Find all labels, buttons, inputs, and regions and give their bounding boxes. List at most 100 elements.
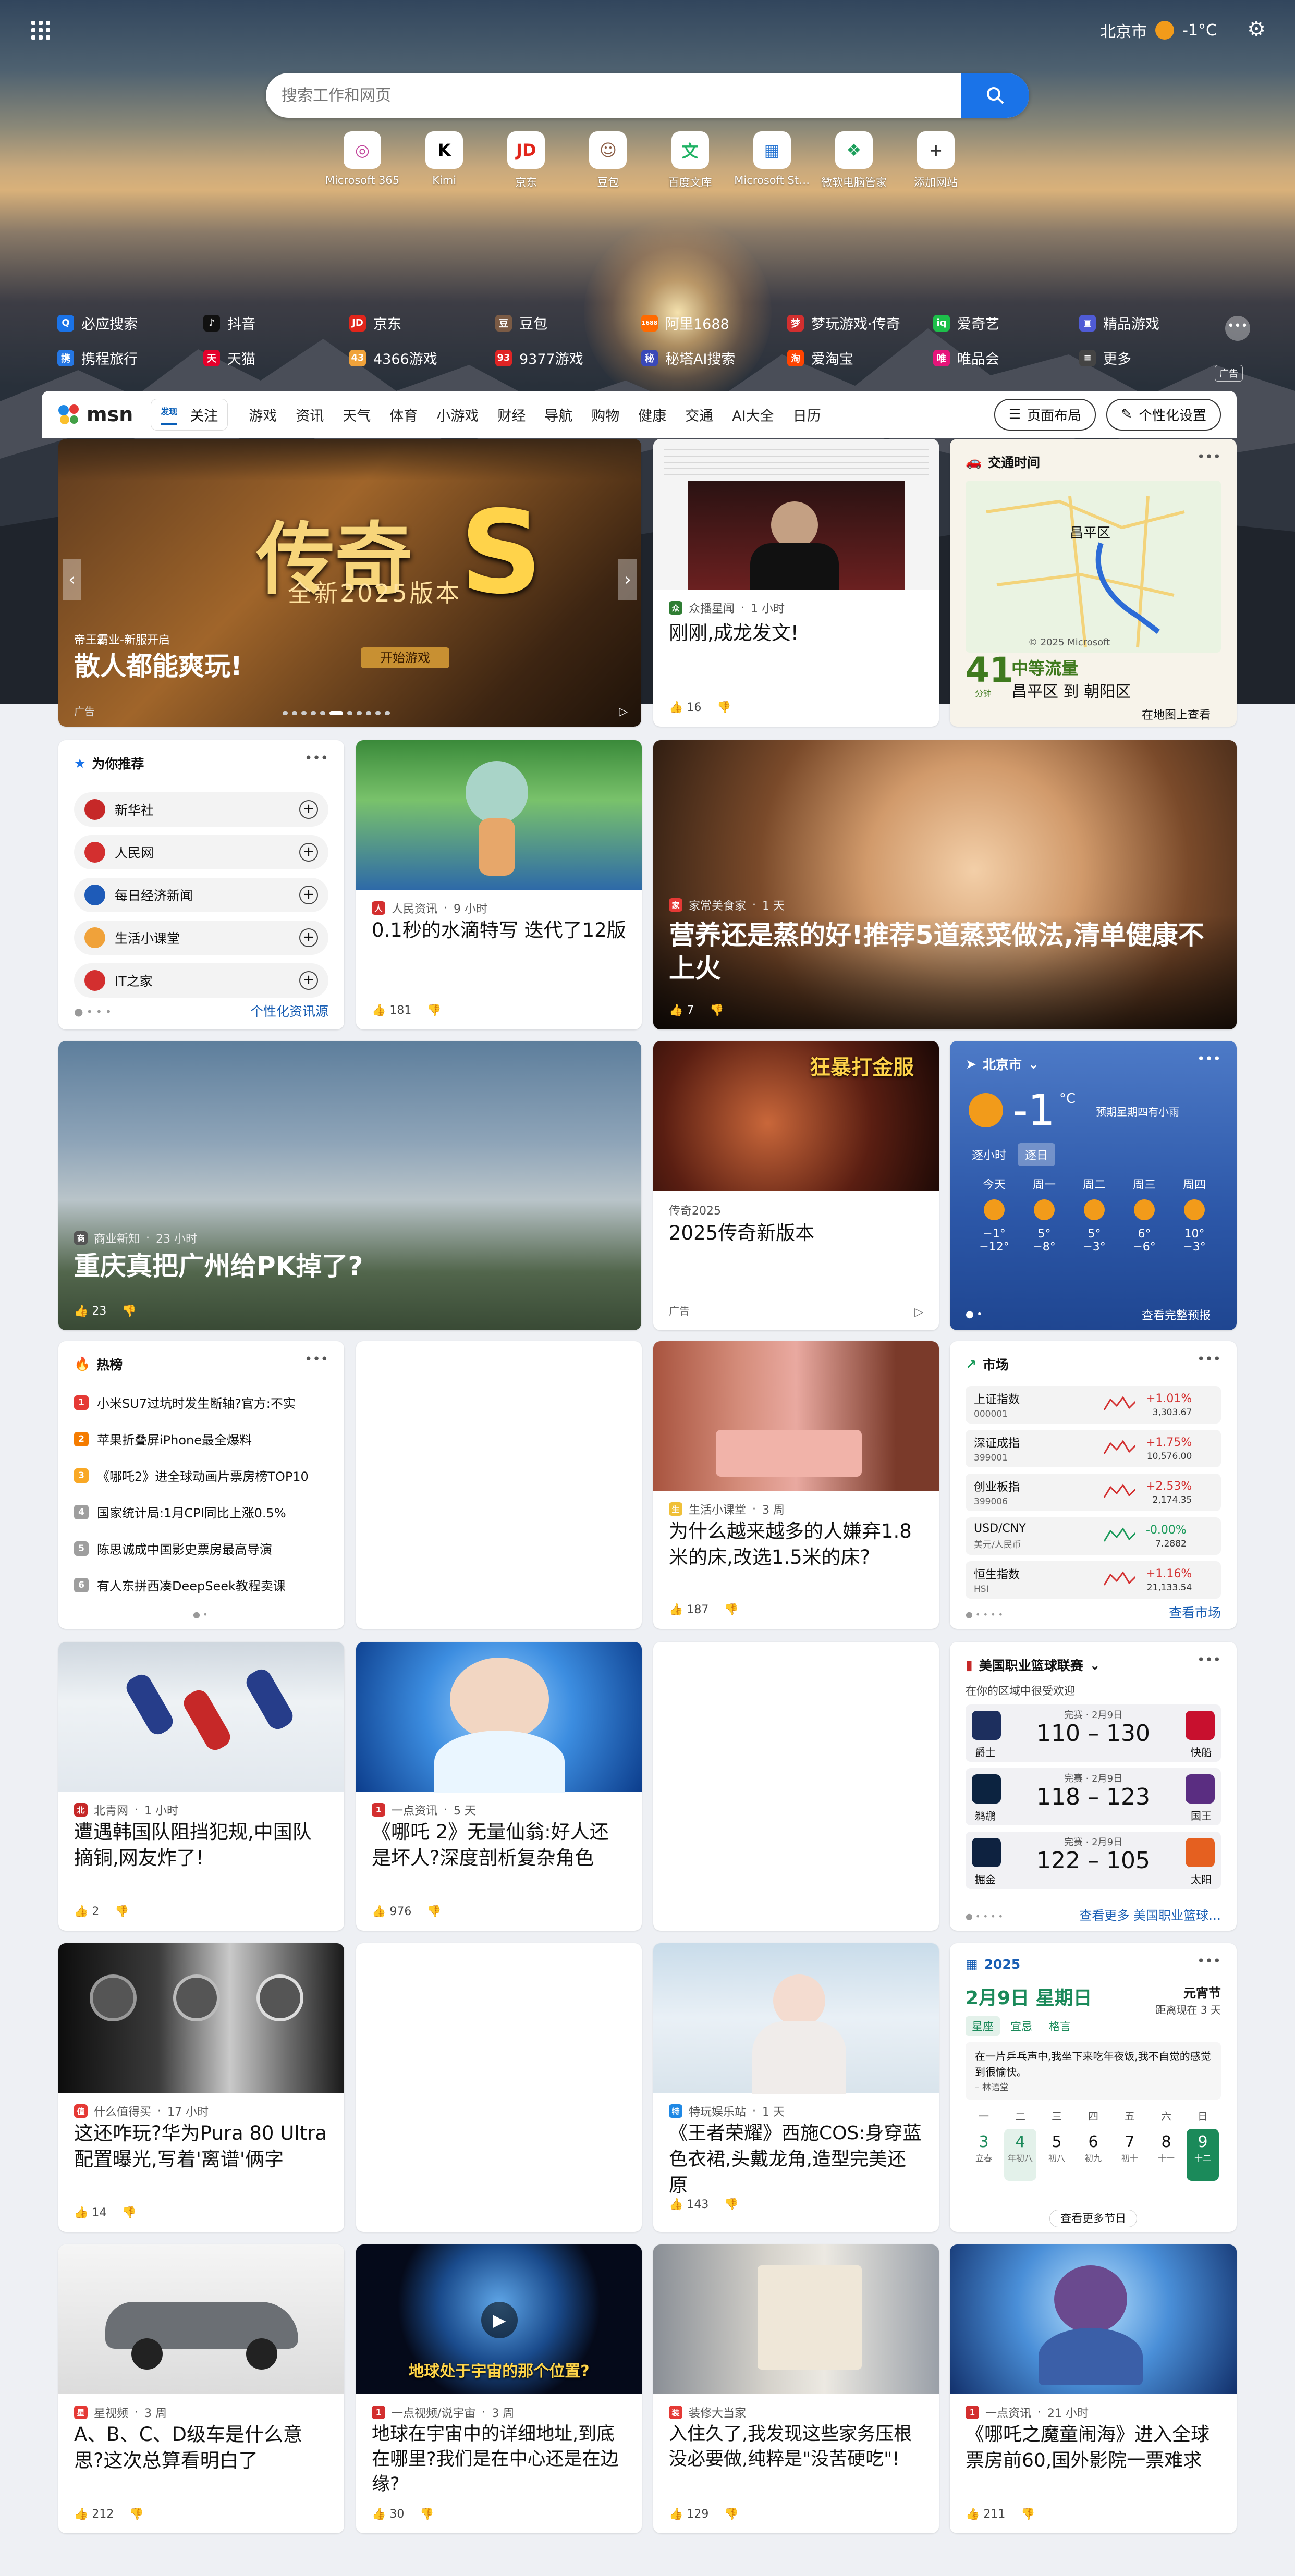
quick-link[interactable]: 1688 阿里1688 [641,313,787,333]
dislike-icon[interactable]: 👎 [724,1603,738,1616]
market-page-dots[interactable]: ● • • • • [966,1610,1003,1620]
page-layout-button[interactable]: ☰ 页面布局 [994,398,1096,431]
ad-play-icon[interactable]: ▷ [619,705,628,718]
site-shortcut[interactable]: ❖ 微软电脑管家 [815,131,893,190]
ad-play-icon[interactable]: ▷ [914,1306,923,1319]
like-icon[interactable]: 👍 129 [669,2508,708,2521]
forecast-day[interactable]: 周四 10° −3° [1171,1175,1218,1254]
hot-item[interactable]: 2 苹果折叠屏iPhone最全爆料 [74,1430,252,1448]
follow-plus-icon[interactable]: + [299,800,318,819]
calendar-day[interactable]: 5 初八 [1041,2129,1073,2181]
nba-more-icon[interactable]: ••• [1197,1652,1221,1668]
dislike-icon[interactable]: 👎 [427,1905,441,1918]
tab-quote[interactable]: 格言 [1043,2016,1077,2036]
earth-card[interactable]: ▶ 地球处于宇宙的那个位置? 1 一点视频/说宇宙 · 3 周 地球在宇宙中的详细地址… [356,2244,642,2533]
source-row[interactable]: 人民网 + [74,835,328,869]
like-icon[interactable]: 👍 212 [74,2508,114,2521]
traffic-card[interactable]: 🚗 交通时间 ••• 昌平区 © 2025 Microsoft 41 分钟 中等流… [950,439,1237,727]
chongqing-card[interactable]: 商商业新知 · 23 小时 重庆真把广州给PK掉了? 👍 23 👎 [58,1041,641,1330]
meatball-card[interactable]: 家家常美食家 · 1 天 营养还是蒸的好!推荐5道蒸菜做法,清单健康不上火 👍 7 👎 [653,740,1237,1029]
calendar-day[interactable]: 7 初十 [1114,2129,1146,2181]
like-icon[interactable]: 👍 181 [372,1004,411,1017]
follow-plus-icon[interactable]: + [299,971,318,990]
quick-link[interactable]: 梦梦玩游戏·传奇 [787,313,933,333]
traffic-more-icon[interactable]: ••• [1197,449,1221,465]
like-icon[interactable]: 👍 14 [74,2206,106,2219]
forecast-day[interactable]: 今天 −1° −12° [971,1175,1018,1254]
dislike-icon[interactable]: 👎 [724,2198,738,2211]
site-shortcut[interactable]: ☺ 豆包 [569,131,647,190]
quick-link[interactable]: iq 爱奇艺 [933,313,1079,333]
site-shortcut[interactable]: ◎ Microsoft 365 [323,131,401,190]
quick-link[interactable]: 唯唯品会 [933,348,1079,368]
dislike-icon[interactable]: 👎 [717,701,731,714]
calendar-day[interactable]: 3 立春 [968,2129,1000,2181]
recommend-more-icon[interactable]: ••• [304,751,328,766]
settings-gear-icon[interactable]: ⚙ [1247,19,1266,40]
nav-tab[interactable]: 健康 [638,404,666,425]
source-row[interactable]: 每日经济新闻 + [74,878,328,912]
source-row[interactable]: IT之家 + [74,963,328,998]
nav-tab[interactable]: 财经 [497,404,526,425]
personalize-button[interactable]: ✎ 个性化设置 [1106,398,1221,431]
calendar-day[interactable]: 8 十一 [1150,2129,1182,2181]
quick-link[interactable]: ▣ 精品游戏 [1079,313,1225,333]
house-card[interactable]: 装装修大当家 入住久了,我发现这些家务压根没必要做,纯粹是"没苦硬吃"! 👍 1… [653,2244,939,2533]
nezha2-card[interactable]: 1 一点资讯 · 21 小时 《哪吒之魔童闹海》进入全球票房前60,国外影院一票难求 … [950,2244,1237,2533]
tab-follow[interactable]: 关注 [190,404,218,425]
quick-link[interactable]: 淘爱淘宝 [787,348,933,368]
quick-link[interactable]: 豆豆包 [495,313,641,333]
tab-discover[interactable]: 发现 [161,404,178,425]
quick-links-more-icon[interactable]: ••• [1225,316,1250,341]
like-icon[interactable]: 👍 211 [966,2508,1005,2521]
hot-page-dots[interactable]: ● • [193,1610,207,1620]
quick-link[interactable]: 秘秘塔AI搜索 [641,348,787,368]
full-forecast-link[interactable]: 查看完整预报 [1142,1306,1211,1323]
calendar-day[interactable]: 4 年初八 [1004,2129,1036,2181]
quick-link[interactable]: 93 9377游戏 [495,348,641,368]
forecast-day[interactable]: 周二 5° −3° [1071,1175,1118,1254]
quick-link[interactable]: Q 必应搜索 [57,313,203,333]
like-icon[interactable]: 👍 187 [669,1603,708,1616]
hero-ad-card[interactable]: 传奇 S 全新2025版本 开始游戏 ‹ › 帝王霸业-新服开启 散人都能爽玩!… [58,439,641,727]
nav-tab[interactable]: 游戏 [249,404,277,425]
market-row[interactable]: USD/CNY 美元/人民币 -0.00% 7.2882 [966,1517,1221,1555]
dislike-icon[interactable]: 👎 [1021,2508,1035,2521]
chevron-down-icon[interactable]: ⌄ [1028,1057,1039,1072]
hot-more-icon[interactable]: ••• [304,1352,328,1367]
carousel-prev-icon[interactable]: ‹ [63,559,81,600]
like-icon[interactable]: 👍 23 [74,1305,106,1318]
game-ad-card[interactable]: 狂暴打金服 传奇2025 2025传奇新版本 广告 ▷ [653,1041,939,1330]
like-icon[interactable]: 👍 7 [669,1004,694,1017]
calendar-day[interactable]: 9 十二 [1187,2129,1219,2181]
cosplay-card[interactable]: 特特玩娱乐站 · 1 天 《王者荣耀》西施COS:身穿蓝色衣裙,头戴龙角,造型完美还… [653,1943,939,2232]
hot-item[interactable]: 5 陈思诚成中国影史票房最高导演 [74,1539,272,1557]
market-more-icon[interactable]: ••• [1197,1352,1221,1367]
calendar-day[interactable]: 6 初九 [1077,2129,1109,2181]
nav-tab[interactable]: 天气 [343,404,371,425]
nav-tab[interactable]: 交通 [685,404,713,425]
like-icon[interactable]: 👍 30 [372,2508,404,2521]
site-shortcut[interactable]: + 添加网站 [897,131,975,190]
like-icon[interactable]: 👍 16 [669,701,701,714]
quick-link[interactable]: 43 4366游戏 [349,348,495,368]
like-icon[interactable]: 👍 2 [74,1905,99,1918]
game-row[interactable]: 爵士 快船 完赛 · 2月9日 110 – 130 [966,1704,1221,1762]
nav-tab[interactable]: AI大全 [732,404,774,425]
follow-plus-icon[interactable]: + [299,928,318,947]
play-icon[interactable]: ▶ [481,2302,518,2338]
view-on-map-link[interactable]: 在地图上查看 [1142,706,1211,722]
weather-page-dots[interactable]: ● • [966,1309,982,1320]
carousel-dots[interactable] [283,711,390,715]
car-card[interactable]: 星星视频 · 3 周 A、B、C、D级车是什么意思?这次总算看明白了 👍 212 👎 [58,2244,344,2533]
follow-plus-icon[interactable]: + [299,843,318,862]
weather-card[interactable]: ➤ 北京市 ⌄ ••• -1 °C 预期星期四有小雨 逐小时 逐日 ● • 查看完整… [950,1041,1237,1330]
search-button[interactable] [961,73,1029,118]
site-shortcut[interactable]: K Kimi [405,131,483,190]
nav-tab[interactable]: 导航 [544,404,572,425]
dislike-icon[interactable]: 👎 [122,2206,136,2219]
tab-yiji[interactable]: 宜忌 [1004,2016,1039,2036]
tab-hourly[interactable]: 逐小时 [966,1143,1012,1166]
recommend-page-dots[interactable]: ● • • • [74,1005,112,1018]
source-row[interactable]: 新华社 + [74,792,328,827]
